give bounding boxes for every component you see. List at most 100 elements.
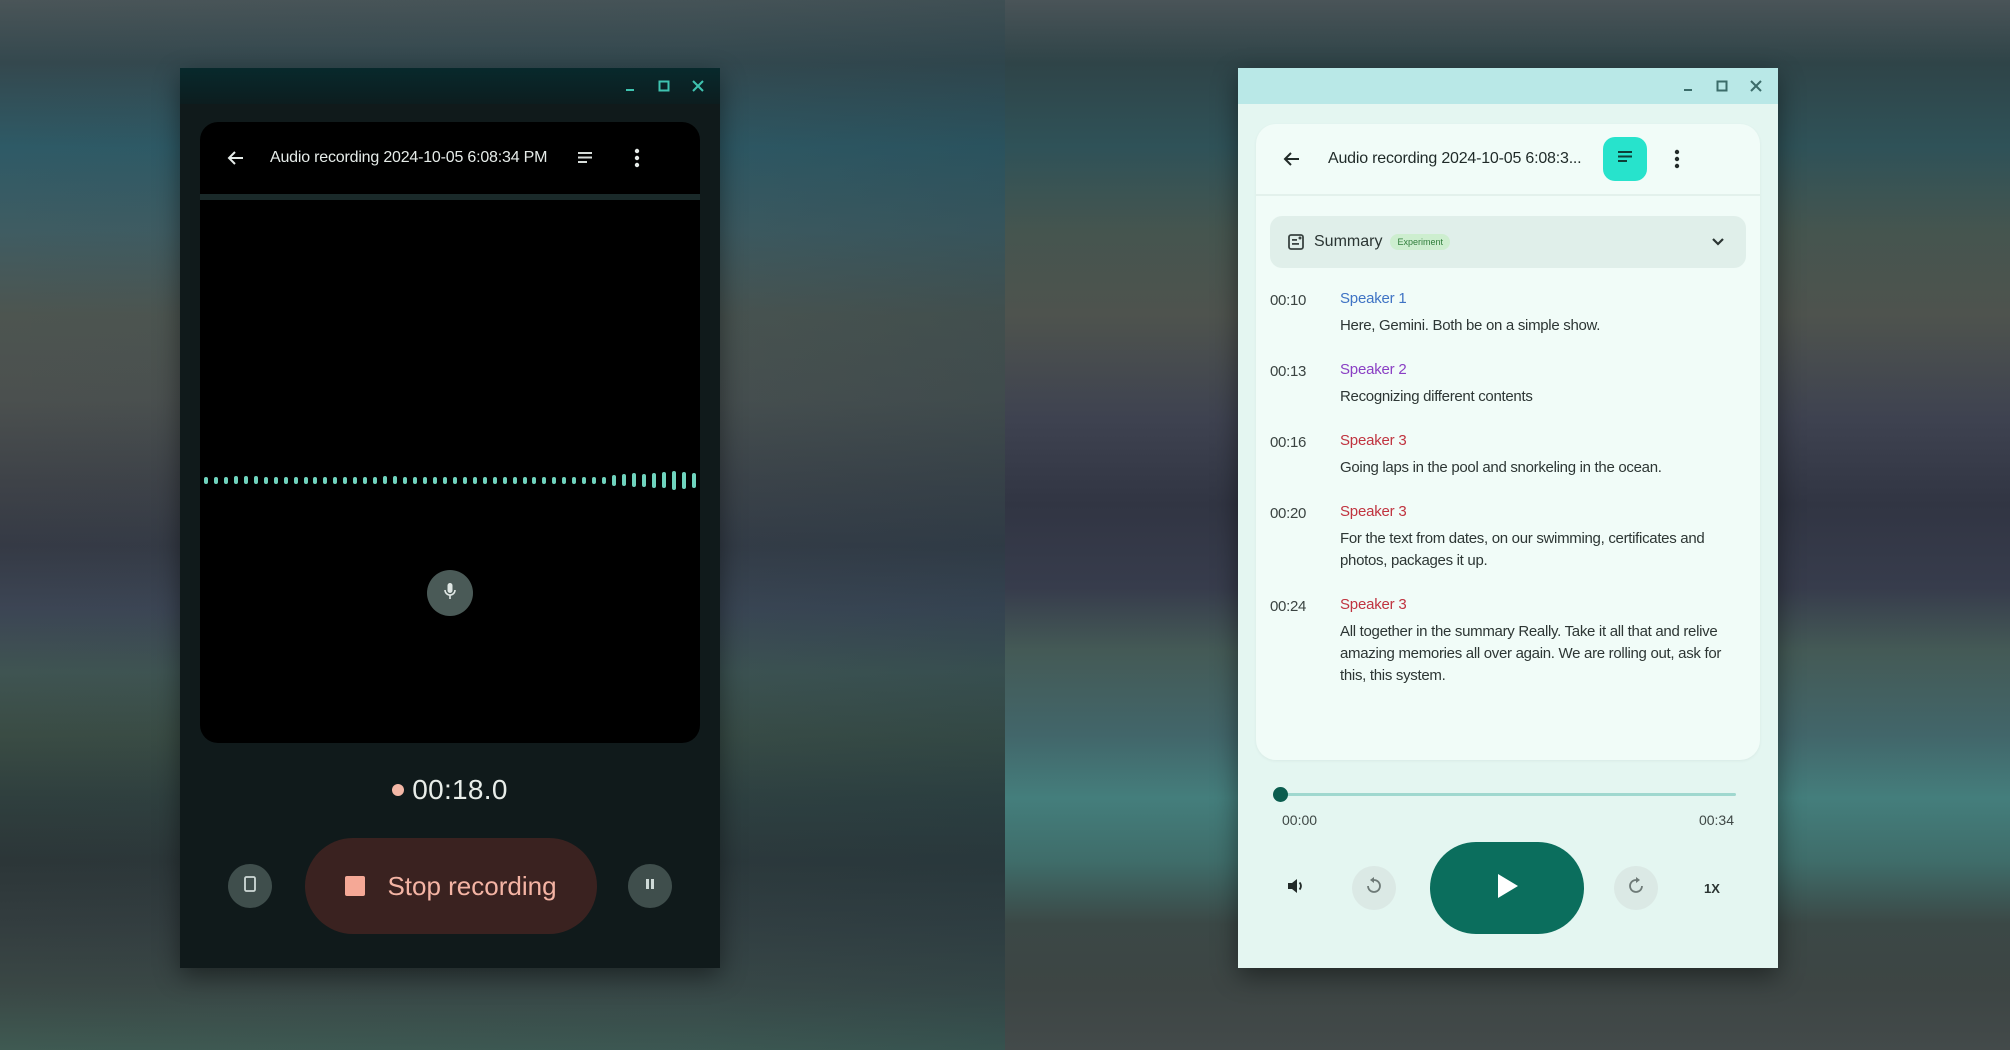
chevron-down-icon [1708, 232, 1728, 252]
play-button[interactable] [1430, 842, 1584, 934]
transcript-entry[interactable]: 00:16 Speaker 3 Going laps in the pool and… [1270, 432, 1740, 479]
waveform-bar [522, 476, 527, 484]
app-header: Audio recording 2024-10-05 6:08:3... [1256, 124, 1760, 196]
time-labels: 00:00 00:34 [1282, 812, 1734, 828]
mic-button[interactable] [427, 570, 473, 616]
volume-button[interactable] [1278, 870, 1314, 906]
transcript-entry[interactable]: 00:13 Speaker 2 Recognizing different cont… [1270, 361, 1740, 408]
close-icon[interactable] [1746, 76, 1766, 96]
rewind-button[interactable] [1352, 866, 1396, 910]
transcript-icon[interactable] [571, 144, 599, 172]
waveform-bar [691, 472, 696, 488]
window-titlebar[interactable] [180, 68, 720, 104]
waveform-bar [323, 476, 328, 484]
waveform-bar [492, 476, 497, 484]
waveform-bar [383, 476, 388, 484]
waveform-canvas [200, 200, 700, 743]
waveform-bar [442, 476, 447, 484]
delete-button[interactable] [228, 864, 272, 908]
recording-controls: Stop recording [180, 838, 720, 934]
minimize-icon[interactable] [1678, 76, 1698, 96]
play-icon [1495, 873, 1519, 904]
stop-recording-button[interactable]: Stop recording [305, 838, 597, 934]
transcript-text: All together in the summary Really. Take… [1340, 623, 1722, 684]
arrow-back-icon[interactable] [224, 146, 248, 170]
transcript-entry[interactable]: 00:20 Speaker 3 For the text from dates, o… [1270, 503, 1740, 572]
elapsed-time: 00:18.0 [412, 774, 508, 805]
waveform-bar [283, 476, 288, 484]
playback-seekbar[interactable] [1273, 786, 1736, 802]
transcript-list: 00:10 Speaker 1 Here, Gemini. Both be on a… [1270, 290, 1740, 711]
playback-speed-button[interactable]: 1X [1694, 872, 1730, 904]
speaker-label: Speaker 2 [1340, 361, 1407, 378]
audio-waveform [204, 470, 696, 490]
experiment-badge: Experiment [1390, 234, 1450, 250]
speaker-label: Speaker 1 [1340, 290, 1407, 307]
waveform-bar [233, 476, 238, 484]
waveform-bar [353, 476, 358, 484]
summary-expander[interactable]: Summary Experiment [1270, 216, 1746, 268]
waveform-bar [432, 476, 437, 484]
waveform-bar [452, 476, 457, 484]
delete-icon [243, 875, 257, 898]
waveform-bar [612, 474, 617, 486]
waveform-bar [472, 476, 477, 484]
app-header: Audio recording 2024-10-05 6:08:34 PM [200, 122, 700, 194]
waveform-bar [273, 476, 278, 484]
recording-timer: 00:18.0 [180, 774, 720, 806]
transcript-toggle-button[interactable] [1603, 137, 1648, 181]
entry-timestamp[interactable]: 00:13 [1270, 361, 1340, 408]
volume-icon [1286, 877, 1306, 900]
window-titlebar[interactable] [1238, 68, 1778, 104]
waveform-bar [482, 476, 487, 484]
waveform-bar [641, 473, 646, 487]
waveform-bar [512, 476, 517, 484]
waveform-bar [622, 474, 627, 486]
seekbar-track [1280, 793, 1736, 796]
transcript-text: Going laps in the pool and snorkeling in… [1340, 459, 1662, 476]
waveform-bar [204, 476, 208, 484]
transcript-entry[interactable]: 00:24 Speaker 3 All together in the summar… [1270, 596, 1740, 687]
seekbar-thumb[interactable] [1273, 787, 1288, 802]
waveform-bar [303, 476, 308, 484]
stop-recording-label: Stop recording [387, 870, 557, 901]
minimize-icon[interactable] [620, 76, 640, 96]
summary-icon [1286, 232, 1306, 252]
entry-timestamp[interactable]: 00:20 [1270, 503, 1340, 572]
waveform-bar [313, 476, 318, 484]
transcript-text: Here, Gemini. Both be on a simple show. [1340, 317, 1601, 334]
transcript-entry[interactable]: 00:10 Speaker 1 Here, Gemini. Both be on a… [1270, 290, 1740, 337]
more-vert-icon[interactable] [1663, 145, 1691, 173]
waveform-bar [413, 476, 418, 484]
speaker-label: Speaker 3 [1340, 596, 1407, 613]
recorder-window-recording: Audio recording 2024-10-05 6:08:34 PM 00… [180, 68, 720, 968]
transcript-text: For the text from dates, on our swimming… [1340, 530, 1705, 569]
waveform-bar [393, 476, 398, 484]
waveform-bar [562, 476, 567, 484]
speaker-label: Speaker 3 [1340, 503, 1407, 520]
transcript-icon [1617, 150, 1633, 169]
maximize-icon[interactable] [1712, 76, 1732, 96]
pause-button[interactable] [628, 864, 672, 908]
stop-icon [345, 876, 366, 896]
waveform-bar [661, 472, 666, 488]
waveform-bar [403, 476, 408, 484]
waveform-bar [681, 471, 686, 489]
waveform-bar [592, 476, 597, 484]
entry-timestamp[interactable]: 00:10 [1270, 290, 1340, 337]
forward-button[interactable] [1614, 866, 1658, 910]
waveform-bar [552, 476, 557, 484]
more-vert-icon[interactable] [623, 144, 651, 172]
maximize-icon[interactable] [654, 76, 674, 96]
waveform-bar [651, 472, 656, 488]
arrow-back-icon[interactable] [1280, 147, 1304, 171]
playback-card: Audio recording 2024-10-05 6:08:3... Sum… [1256, 124, 1760, 760]
playback-controls: 1X [1238, 842, 1778, 934]
waveform-bar [582, 476, 587, 484]
close-icon[interactable] [688, 76, 708, 96]
entry-timestamp[interactable]: 00:16 [1270, 432, 1340, 479]
pause-icon [644, 877, 656, 895]
waveform-bar [253, 476, 258, 484]
mic-icon [443, 582, 457, 605]
entry-timestamp[interactable]: 00:24 [1270, 596, 1340, 687]
